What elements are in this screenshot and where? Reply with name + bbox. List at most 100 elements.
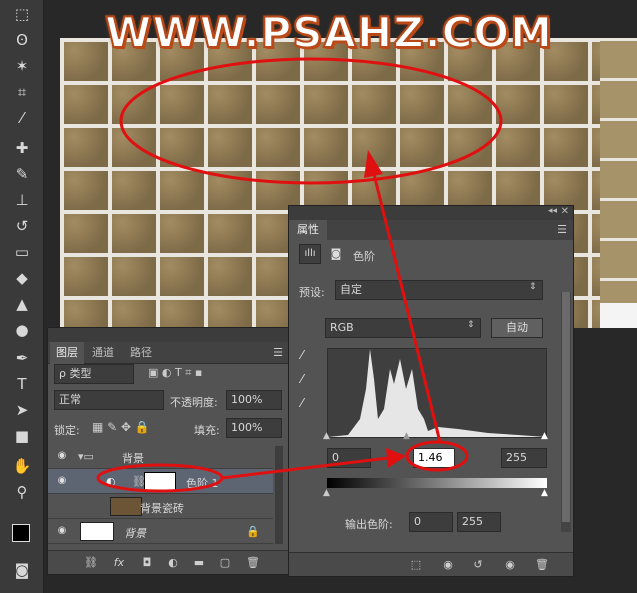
white-point-eyedropper-icon[interactable]: ⁄ [301, 396, 303, 410]
layer-row-levels[interactable]: ◉ ◐ ⛓ 色阶 1 [48, 469, 273, 494]
clone-stamp-icon[interactable]: ⊥ [10, 190, 34, 210]
levels-adjustment-icon[interactable]: ıllı [299, 244, 321, 264]
output-white-field[interactable]: 255 [457, 512, 501, 532]
rectangle-icon[interactable]: ■ [10, 426, 34, 446]
blend-mode-select[interactable]: 正常 [54, 390, 164, 410]
new-layer-icon[interactable]: ▢ [216, 555, 234, 571]
tab-paths[interactable]: 路径 [124, 342, 158, 364]
opacity-input[interactable]: 100% [226, 390, 282, 410]
eyedropper-icon[interactable]: ⁄ [10, 108, 34, 128]
dodge-icon[interactable]: ● [10, 320, 34, 340]
layer-name: 背景 [124, 527, 146, 540]
properties-panel: ◂◂ ✕ 属性 ☰ ıllı ◙ 色阶 预设: 自定 ⇕ RGB ⇕ 自动 ⁄ … [288, 205, 574, 577]
output-black-field[interactable]: 0 [409, 512, 453, 532]
histogram [327, 348, 547, 438]
layer-thumbnail [80, 522, 114, 541]
panel-menu-icon[interactable]: ☰ [557, 223, 567, 236]
new-group-icon[interactable]: ▬ [190, 555, 208, 571]
reset-icon[interactable]: ↺ [469, 557, 487, 573]
add-mask-icon[interactable]: ◘ [138, 555, 156, 571]
layer-row-group[interactable]: ◉ ▾▭ 背景 [48, 444, 273, 469]
brush-icon[interactable]: ✎ [10, 164, 34, 184]
layer-kind-filter[interactable]: ρ 类型 [54, 364, 134, 384]
delete-layer-icon[interactable]: 🗑 [244, 555, 262, 571]
crop-icon[interactable]: ⌗ [10, 82, 34, 102]
properties-tabrow: 属性 ☰ [289, 220, 573, 240]
lock-label: 锁定: [54, 424, 80, 437]
layer-mask-thumbnail[interactable] [144, 472, 176, 491]
watermark-text: WWW.PSAHZ.COM [104, 7, 553, 58]
input-black-field[interactable]: 0 [327, 448, 371, 468]
opacity-label: 不透明度: [170, 396, 218, 409]
tab-channels[interactable]: 通道 [86, 342, 120, 364]
paint-bucket-icon[interactable]: ◆ [10, 268, 34, 288]
properties-titlebar[interactable]: ◂◂ ✕ [289, 206, 573, 220]
link-layers-icon[interactable]: ⛓ [82, 555, 100, 571]
collapse-icon[interactable]: ◂◂ [548, 206, 557, 216]
new-adjustment-icon[interactable]: ◐ [164, 555, 182, 571]
adjustment-icon: ◐ [106, 475, 116, 488]
channel-select[interactable]: RGB [325, 318, 481, 338]
healing-brush-icon[interactable]: ✚ [10, 138, 34, 158]
type-icon[interactable]: T [10, 374, 34, 394]
layer-row-background[interactable]: ◉ 背景 🔒 [48, 519, 273, 544]
chevron-updown-icon: ⇕ [467, 320, 475, 330]
output-levels-label: 输出色阶: [345, 518, 393, 531]
mask-icon[interactable]: ◙ [325, 244, 347, 264]
tab-layers[interactable]: 图层 [50, 342, 84, 364]
scrollbar-thumb[interactable] [562, 292, 570, 522]
input-gamma-slider[interactable]: ▲ [403, 431, 410, 441]
output-white-slider[interactable]: ▲ [541, 488, 548, 498]
black-point-eyedropper-icon[interactable]: ⁄ [301, 348, 303, 362]
input-white-field[interactable]: 255 [501, 448, 547, 468]
marquee-icon[interactable]: ⬚ [10, 4, 34, 24]
input-white-slider[interactable]: ▲ [541, 431, 548, 441]
path-select-icon[interactable]: ➤ [10, 400, 34, 420]
tile-wall-side-image [600, 38, 637, 328]
properties-scrollbar[interactable] [561, 292, 571, 532]
lasso-icon[interactable]: ʘ [10, 30, 34, 50]
foreground-color-swatch[interactable] [12, 524, 30, 542]
layer-row-tiles[interactable]: 背景瓷砖 [48, 494, 273, 519]
visibility-eye-icon[interactable]: ◉ [54, 450, 70, 462]
chevron-updown-icon: ⇕ [529, 282, 537, 292]
lock-icons[interactable]: ▦ ✎ ✥ 🔒 [92, 420, 150, 434]
output-gradient-bar [327, 478, 547, 488]
layers-panel-titlebar[interactable] [48, 328, 289, 342]
input-black-slider[interactable]: ▲ [323, 431, 330, 441]
auto-button[interactable]: 自动 [491, 318, 543, 338]
output-black-slider[interactable]: ▲ [323, 488, 330, 498]
fill-label: 填充: [194, 424, 220, 437]
visibility-eye-icon[interactable]: ◉ [54, 475, 70, 487]
blur-icon[interactable]: ▲ [10, 294, 34, 314]
zoom-icon[interactable]: ⚲ [10, 482, 34, 502]
pen-icon[interactable]: ✒ [10, 348, 34, 368]
layer-name: 背景 [122, 452, 144, 465]
eraser-icon[interactable]: ▭ [10, 242, 34, 262]
panel-menu-icon[interactable]: ☰ [273, 346, 283, 359]
filter-icons[interactable]: ▣ ◐ T ⌗ ▪ [148, 366, 202, 380]
view-previous-icon[interactable]: ◉ [439, 557, 457, 573]
gray-point-eyedropper-icon[interactable]: ⁄ [301, 372, 303, 386]
quick-mask-icon[interactable]: ◙ [10, 560, 34, 580]
layers-scrollbar[interactable] [275, 446, 283, 544]
toggle-visibility-icon[interactable]: ◉ [501, 557, 519, 573]
floor-image [600, 303, 637, 328]
adjustment-heading: 色阶 [353, 250, 375, 263]
fill-input[interactable]: 100% [226, 418, 282, 438]
input-gamma-field[interactable]: 1.46 [413, 448, 455, 468]
magic-wand-icon[interactable]: ✶ [10, 56, 34, 76]
tab-properties[interactable]: 属性 [289, 220, 327, 240]
layer-name: 背景瓷砖 [140, 502, 184, 515]
history-brush-icon[interactable]: ↺ [10, 216, 34, 236]
fx-icon[interactable]: fx [110, 555, 128, 571]
delete-adjustment-icon[interactable]: 🗑 [533, 557, 551, 573]
hand-icon[interactable]: ✋ [10, 456, 34, 476]
layers-tabs: 图层 通道 路径 ☰ [48, 342, 289, 364]
clip-to-layer-icon[interactable]: ⬚ [407, 557, 425, 573]
preset-select[interactable]: 自定 [335, 280, 543, 300]
preset-label: 预设: [299, 286, 325, 299]
visibility-eye-icon[interactable]: ◉ [54, 525, 70, 537]
folder-icon: ▾▭ [78, 450, 94, 463]
close-icon[interactable]: ✕ [561, 206, 569, 217]
